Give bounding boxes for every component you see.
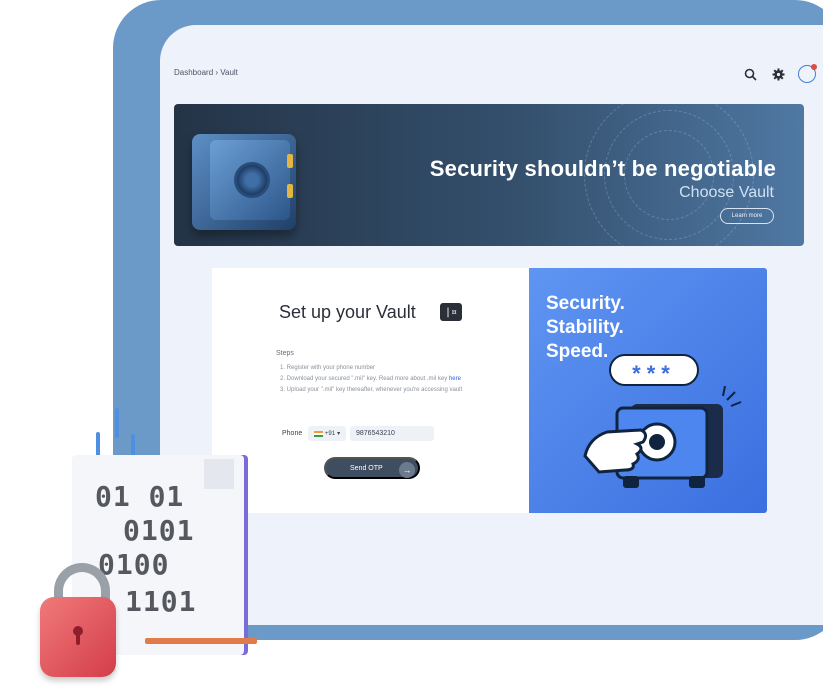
learn-more-button[interactable]: Learn more (720, 208, 774, 224)
send-otp-button[interactable]: Send OTP → (324, 457, 420, 479)
pencil-decor (145, 638, 257, 644)
binary-row: 0100 (98, 548, 170, 581)
search-icon[interactable] (742, 66, 758, 82)
binary-row: 1101 (125, 585, 197, 618)
step-item: 1. Register with your phone number (280, 365, 376, 371)
banner-subtitle: Choose Vault (679, 184, 774, 201)
safe-illustration (192, 134, 296, 230)
stage: Dashboard › Vault Security shouldn’t be … (0, 0, 823, 692)
vault-badge-icon: |¤ (440, 303, 462, 321)
setup-card: Set up your Vault |¤ Steps 1. Register w… (212, 268, 530, 513)
india-flag-icon (313, 430, 323, 437)
document-fold (204, 459, 234, 489)
safe-hinge (287, 154, 293, 168)
safe-door (210, 140, 293, 220)
notification-icon[interactable] (798, 64, 817, 83)
setup-title: Set up your Vault (279, 302, 416, 322)
country-code: +91 (324, 430, 336, 437)
step-item: 3. Upload your ".mil" key thereafter, wh… (280, 387, 463, 393)
phone-label: Phone (282, 430, 303, 437)
banner-title: Security shouldn’t be negotiable (429, 156, 776, 181)
promo-panel: Security. Stability. Speed. *** (529, 268, 767, 513)
country-code-select[interactable]: +91 ▾ (308, 426, 346, 441)
chevron-down-icon: ▾ (337, 431, 341, 437)
password-bubble: *** (609, 354, 699, 386)
safe-hinge (287, 184, 293, 198)
keyhole-icon (73, 626, 83, 645)
step-item: 2. Download your secured ".mil" key. Rea… (280, 376, 461, 382)
binary-row: 0101 (123, 514, 195, 547)
breadcrumb[interactable]: Dashboard › Vault (174, 68, 238, 77)
binary-row: 01 01 (95, 480, 185, 513)
tagline-line: Security. (546, 293, 625, 314)
here-link[interactable]: here (449, 376, 461, 382)
tagline: Security. Stability. Speed. (546, 292, 625, 364)
phone-input[interactable] (350, 426, 434, 441)
hand-safe-illustration (583, 386, 742, 488)
padlock-icon (40, 597, 116, 677)
decor-bar (115, 408, 119, 438)
steps-list: 1. Register with your phone number 2. Do… (280, 363, 462, 396)
tagline-line: Stability. (546, 317, 624, 338)
header-actions (742, 64, 817, 83)
promo-banner: Security shouldn’t be negotiable Choose … (174, 104, 804, 246)
arrow-right-icon: → (399, 462, 415, 478)
send-otp-label: Send OTP (350, 464, 383, 472)
safe-dial-icon (234, 162, 270, 198)
app-screen: Dashboard › Vault Security shouldn’t be … (160, 25, 823, 625)
gear-icon[interactable] (770, 66, 786, 82)
steps-heading: Steps (276, 350, 294, 357)
notification-dot (811, 64, 817, 70)
